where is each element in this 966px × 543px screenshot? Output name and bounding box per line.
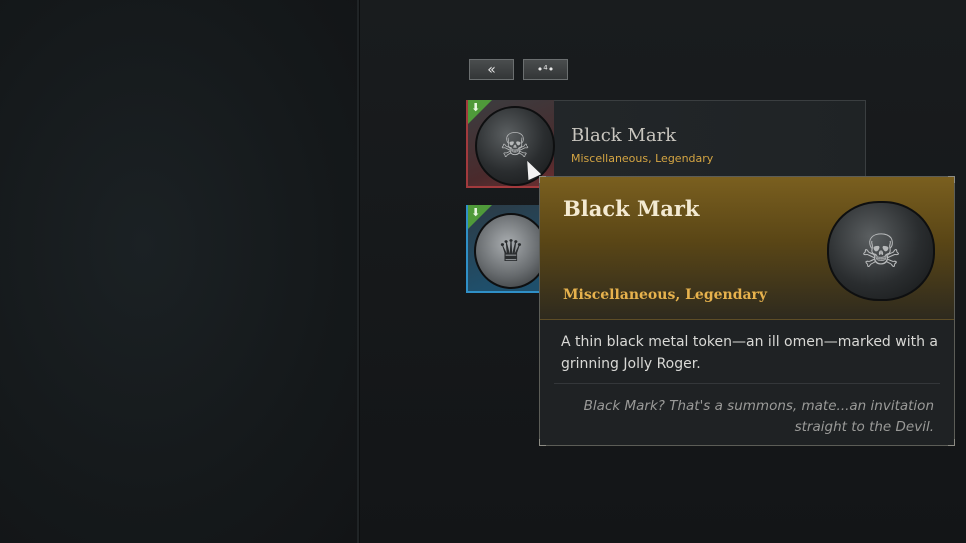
black-mark-token-icon: ☠ — [827, 201, 935, 301]
item-category: Miscellaneous, Legendary — [571, 152, 714, 165]
tooltip-description: A thin black metal token—an ill omen—mar… — [561, 334, 938, 372]
download-icon: ⬇ — [471, 101, 481, 114]
corner-ornament — [539, 439, 546, 446]
tooltip-title: Black Mark — [563, 196, 700, 221]
tooltip-header: Black Mark Miscellaneous, Legendary ☠ — [540, 177, 954, 320]
corner-ornament — [948, 176, 955, 183]
left-panel-background — [0, 0, 358, 543]
item-slot-silver-coin[interactable]: ♛ ⬇ — [466, 205, 548, 293]
tooltip-divider — [554, 383, 940, 384]
double-chevron-left-icon: « — [487, 61, 496, 78]
item-tooltip: Black Mark Miscellaneous, Legendary ☠ A … — [539, 176, 955, 446]
dots-icon: •⁴• — [536, 63, 555, 76]
tooltip-flavor-quote: Black Mark? That's a summons, mate...an … — [583, 398, 934, 435]
item-slot-black-mark[interactable]: ☠ ⬇ — [466, 100, 555, 188]
tooltip-rarity: Miscellaneous, Legendary — [563, 287, 768, 303]
item-name: Black Mark — [571, 125, 677, 146]
toggle-view-button[interactable]: •⁴• — [523, 59, 568, 80]
collapse-button[interactable]: « — [469, 59, 514, 80]
corner-ornament — [948, 439, 955, 446]
corner-ornament — [539, 176, 546, 183]
download-icon: ⬇ — [471, 206, 481, 219]
